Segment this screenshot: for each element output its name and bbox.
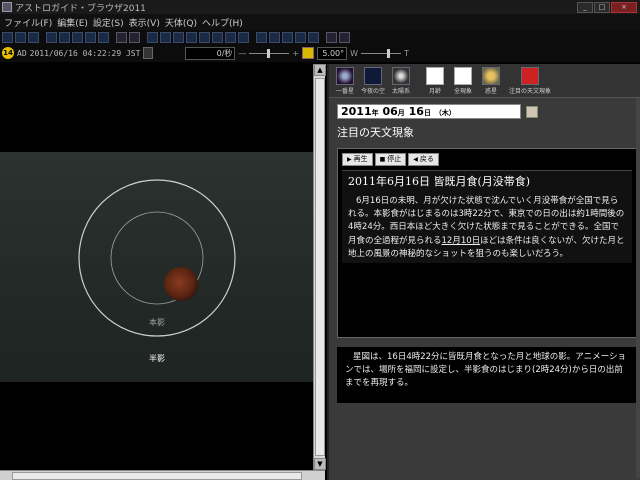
print-icon[interactable]: [28, 31, 39, 43]
tool-tonight-sky[interactable]: 今夜の空: [361, 67, 385, 95]
star-icon: [336, 67, 354, 85]
back-icon: ◀: [413, 156, 418, 163]
close-button[interactable]: ×: [611, 1, 637, 13]
panel-toolbar: 一番星 今夜の空 太陽系 月齢 全現象 惑星 注目の天文現象: [329, 64, 640, 98]
fov-field[interactable]: 5.00°: [317, 46, 348, 60]
sky-vertical-scrollbar[interactable]: ▲ ▼: [313, 64, 326, 470]
zoom-out-icon[interactable]: [129, 31, 140, 43]
maximize-button[interactable]: □: [594, 1, 610, 13]
date-edit-icon[interactable]: [526, 105, 538, 118]
deep-sky-icon[interactable]: [173, 31, 184, 43]
astro-info-panel: 一番星 今夜の空 太陽系 月齢 全現象 惑星 注目の天文現象 2011年 06月: [327, 64, 640, 480]
stop-icon: ■: [379, 156, 386, 163]
back-button[interactable]: ◀ 戻る: [408, 153, 439, 166]
sky-horizontal-scrollbar[interactable]: [0, 470, 325, 480]
scroll-up-icon[interactable]: ▲: [314, 64, 326, 76]
scroll-down-icon[interactable]: ▼: [314, 458, 326, 470]
article-body: 2011年6月16日 皆既月食(月没帯食) 6月16日の未明、月が欠けた状態で沈…: [342, 170, 632, 264]
main-toolbar: [0, 30, 640, 44]
featured-event-icon: [521, 67, 539, 85]
map-icon[interactable]: [85, 31, 96, 43]
constellation-icon[interactable]: [160, 31, 171, 43]
menu-settings[interactable]: 設定(S): [93, 16, 124, 29]
open-icon[interactable]: [2, 31, 13, 43]
menu-view[interactable]: 表示(V): [129, 16, 160, 29]
moon-age-badge: 14: [2, 47, 14, 59]
window-title: アストロガイド・ブラウザ2011: [15, 3, 146, 14]
star-icon[interactable]: [147, 31, 158, 43]
tele-label: T: [404, 48, 409, 58]
playback-controls: ▶ 再生 ■ 停止 ◀ 戻る: [342, 153, 632, 166]
play-icon[interactable]: [326, 31, 337, 43]
datetime-field[interactable]: 2011/06/16 04:22:29 JST: [30, 49, 141, 58]
moon: [164, 267, 198, 301]
night-sky-icon: [364, 67, 382, 85]
tool-moon-age[interactable]: 月齢: [423, 67, 447, 95]
line-icon[interactable]: [256, 31, 267, 43]
milky-way-icon[interactable]: [308, 31, 319, 43]
horizon-icon[interactable]: [59, 31, 70, 43]
event-title: 2011年6月16日 皆既月食(月没帯食): [348, 175, 531, 188]
hscroll-thumb[interactable]: [12, 472, 302, 480]
label-icon[interactable]: [269, 31, 280, 43]
grid-icon[interactable]: [98, 31, 109, 43]
umbra-label: 本影: [149, 317, 165, 327]
event-link[interactable]: 12月10日: [442, 236, 481, 246]
solar-system-icon: [392, 67, 410, 85]
event-body: 6月16日の未明、月が欠けた状態で沈んでいく月没帯食が全国で見られる。本影食がは…: [348, 196, 625, 259]
panel-scrollbar[interactable]: [636, 98, 640, 478]
minimize-button[interactable]: _: [577, 1, 593, 13]
tool-featured-events[interactable]: 注目の天文現象: [507, 67, 553, 95]
window-controls: _ □ ×: [577, 1, 637, 13]
chart-description: 星図は、16日4時22分に皆既月食となった月と地球の影。アニメーションでは、場所…: [337, 347, 637, 403]
event-article: ▶ 再生 ■ 停止 ◀ 戻る 2011年6月16日 皆既月食(月没帯食) 6月16日の…: [337, 148, 637, 338]
realtime-icon[interactable]: [302, 47, 315, 59]
sky-view[interactable]: 本影 半影: [0, 64, 313, 470]
menu-object[interactable]: 天体(Q): [165, 16, 197, 29]
menu-file[interactable]: ファイル(F): [4, 16, 52, 29]
play-icon: ▶: [347, 156, 352, 163]
section-title: 注目の天文現象: [337, 126, 414, 139]
scroll-thumb[interactable]: [315, 78, 325, 456]
time-spin-icon[interactable]: [143, 47, 154, 59]
menu-bar: ファイル(F) 編集(E) 設定(S) 表示(V) 天体(Q) ヘルプ(H): [0, 14, 640, 30]
date-row: 2011年 06月 16日 （木）: [337, 104, 538, 119]
zoom-in-icon[interactable]: [116, 31, 127, 43]
boundary-icon[interactable]: [295, 31, 306, 43]
penumbra-label: 半影: [149, 353, 165, 363]
penumbra-circle: [78, 179, 236, 337]
date-display[interactable]: 2011年 06月 16日 （木）: [337, 104, 521, 119]
save-icon[interactable]: [15, 31, 26, 43]
view-mode-icon[interactable]: [46, 31, 57, 43]
time-toolbar: 14 AD 2011/06/16 04:22:29 JST 0/秒 — + 5.…: [0, 44, 640, 62]
tool-all-events[interactable]: 全現象: [451, 67, 475, 95]
wide-label: W: [350, 48, 359, 58]
era-label: AD: [17, 48, 27, 58]
tool-first-star[interactable]: 一番星: [333, 67, 357, 95]
comet-icon[interactable]: [199, 31, 210, 43]
zoom-slider[interactable]: [361, 48, 402, 58]
title-bar: アストロガイド・ブラウザ2011 _ □ ×: [0, 0, 640, 14]
camera-icon[interactable]: [238, 31, 249, 43]
app-icon: [2, 2, 12, 12]
speed-slider[interactable]: [249, 48, 290, 58]
menu-edit[interactable]: 編集(E): [57, 16, 88, 29]
planet-icon: [482, 67, 500, 85]
telescope-icon[interactable]: [225, 31, 236, 43]
planet-icon[interactable]: [186, 31, 197, 43]
tool-solar-system[interactable]: 太陽系: [389, 67, 413, 95]
figure-icon[interactable]: [282, 31, 293, 43]
satellite-icon[interactable]: [212, 31, 223, 43]
equator-icon[interactable]: [72, 31, 83, 43]
shadow-diagram: 本影 半影: [78, 179, 236, 363]
speed-field[interactable]: 0/秒: [185, 46, 236, 60]
moon-age-icon: [426, 67, 444, 85]
tool-planet[interactable]: 惑星: [479, 67, 503, 95]
stop-button[interactable]: ■ 停止: [374, 153, 407, 166]
play-button[interactable]: ▶ 再生: [342, 153, 373, 166]
pause-icon[interactable]: [339, 31, 350, 43]
menu-help[interactable]: ヘルプ(H): [202, 16, 243, 29]
all-events-icon: [454, 67, 472, 85]
